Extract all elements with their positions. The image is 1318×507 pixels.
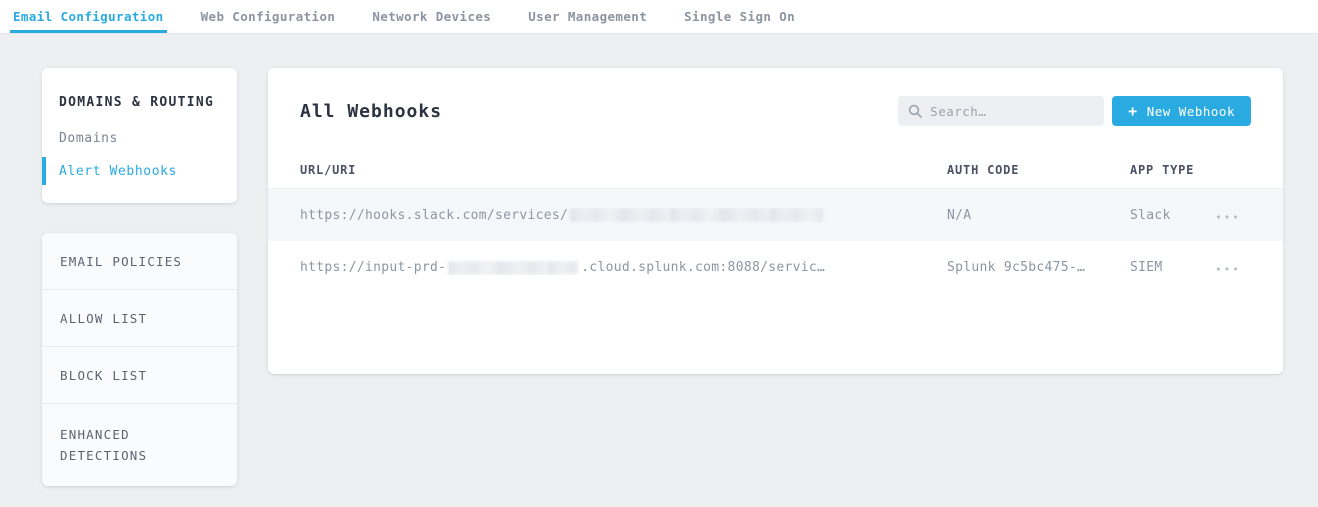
column-header-auth-code: AUTH CODE [947, 163, 1130, 177]
column-header-app-type: APP TYPE [1130, 163, 1205, 177]
domains-routing-heading: DOMAINS & ROUTING [59, 95, 221, 110]
row-menu-icon[interactable]: ••• [1215, 263, 1241, 276]
tab-single-sign-on[interactable]: Single Sign On [681, 0, 798, 33]
page-title: All Webhooks [300, 101, 442, 122]
webhook-url-cell: https://input-prd- .cloud.splunk.com:808… [300, 260, 947, 275]
app-type-cell: SIEM [1130, 260, 1205, 275]
panel-header: All Webhooks + New Webhook [268, 68, 1283, 152]
row-menu-icon[interactable]: ••• [1215, 211, 1241, 224]
auth-code-cell: Splunk 9c5bc475-… [947, 260, 1130, 275]
policy-sections-card: EMAIL POLICIES ALLOW LIST BLOCK LIST ENH… [42, 233, 237, 486]
sidebar: DOMAINS & ROUTING Domains Alert Webhooks… [42, 68, 237, 486]
column-header-url: URL/URI [300, 163, 947, 177]
domains-routing-card: DOMAINS & ROUTING Domains Alert Webhooks [42, 68, 237, 203]
new-webhook-button-label: New Webhook [1147, 104, 1235, 119]
webhook-url-cell: https://hooks.slack.com/services/ [300, 208, 947, 223]
search-input[interactable] [930, 104, 1094, 119]
webhook-url-prefix: https://input-prd- [300, 260, 446, 275]
table-header-row: URL/URI AUTH CODE APP TYPE [268, 152, 1283, 188]
search-box[interactable] [898, 96, 1104, 126]
plus-icon: + [1128, 104, 1138, 119]
tab-user-management[interactable]: User Management [525, 0, 650, 33]
redacted-url-segment [448, 261, 578, 275]
webhook-url-suffix: .cloud.splunk.com:8088/servic… [581, 260, 825, 275]
table-row[interactable]: https://hooks.slack.com/services/ N/A Sl… [268, 188, 1283, 241]
header-actions: + New Webhook [898, 96, 1251, 126]
auth-code-cell: N/A [947, 208, 1130, 223]
webhooks-panel: All Webhooks + New Webhook URL/URI AUTH … [268, 68, 1283, 374]
sidebar-item-block-list[interactable]: BLOCK LIST [42, 347, 237, 404]
tab-email-configuration[interactable]: Email Configuration [10, 0, 167, 33]
page-content: DOMAINS & ROUTING Domains Alert Webhooks… [0, 34, 1318, 486]
redacted-url-segment [570, 208, 823, 222]
sidebar-item-enhanced-detections[interactable]: ENHANCED DETECTIONS [42, 404, 237, 486]
tab-web-configuration[interactable]: Web Configuration [198, 0, 339, 33]
sidebar-item-domains[interactable]: Domains [59, 131, 221, 146]
webhook-url-prefix: https://hooks.slack.com/services/ [300, 208, 568, 223]
tab-network-devices[interactable]: Network Devices [369, 0, 494, 33]
sidebar-item-alert-webhooks[interactable]: Alert Webhooks [59, 164, 221, 179]
search-icon [908, 104, 922, 118]
sidebar-item-allow-list[interactable]: ALLOW LIST [42, 290, 237, 347]
sidebar-item-email-policies[interactable]: EMAIL POLICIES [42, 233, 237, 290]
app-type-cell: Slack [1130, 208, 1205, 223]
top-navigation: Email Configuration Web Configuration Ne… [0, 0, 1318, 34]
table-row[interactable]: https://input-prd- .cloud.splunk.com:808… [268, 241, 1283, 294]
new-webhook-button[interactable]: + New Webhook [1112, 96, 1251, 126]
